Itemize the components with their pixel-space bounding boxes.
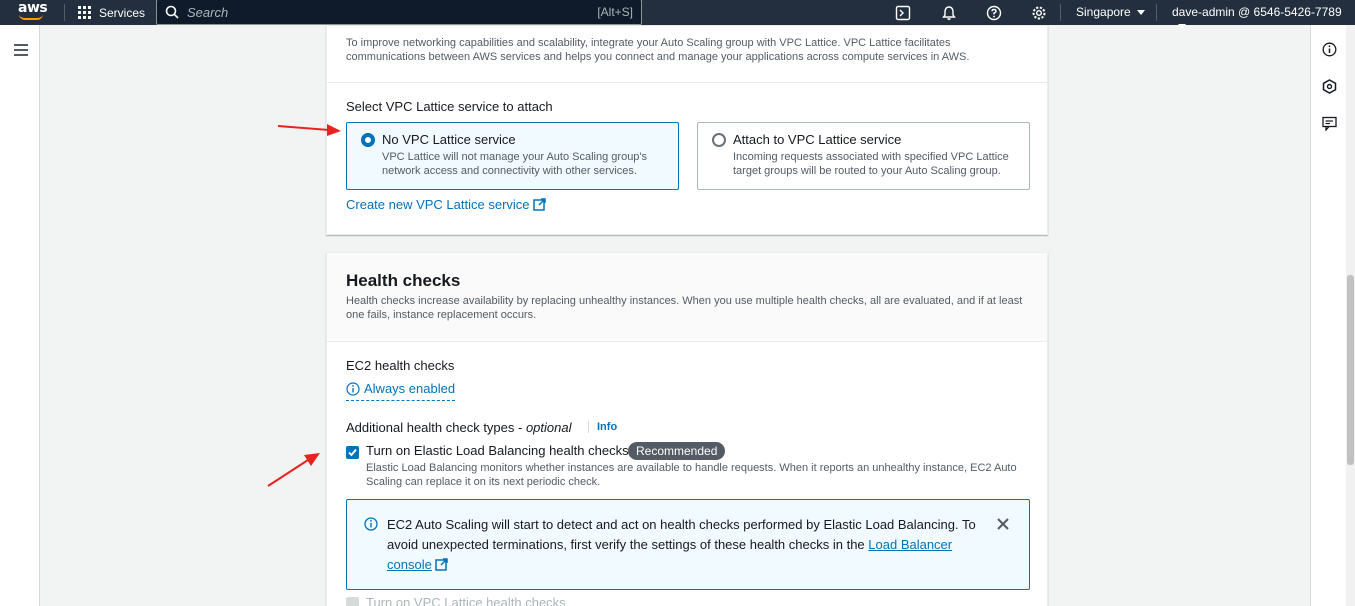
nav-divider: [1156, 4, 1157, 21]
search-shortcut: [Alt+S]: [597, 5, 633, 19]
elb-health-checkbox[interactable]: [346, 446, 359, 459]
elb-health-description: Elastic Load Balancing monitors whether …: [366, 462, 1017, 488]
aws-smile-icon: [19, 14, 43, 20]
close-icon[interactable]: [995, 516, 1011, 532]
create-lattice-link[interactable]: Create new VPC Lattice service: [346, 197, 530, 212]
caret-down-icon: [1136, 10, 1145, 16]
services-menu-button[interactable]: Services: [78, 4, 145, 21]
annotation-arrow: [277, 124, 341, 136]
top-navigation: aws Services [Alt+S] Singapore dave-admi…: [0, 0, 1355, 30]
nav-divider: [64, 4, 65, 21]
caret-down-icon: [1178, 24, 1186, 30]
left-rail: [0, 25, 40, 606]
elb-info-alert: EC2 Auto Scaling will start to detect an…: [346, 499, 1030, 590]
search-icon: [165, 5, 179, 19]
vpc-lattice-container: To improve networking capabilities and s…: [326, 25, 1048, 235]
alert-text: EC2 Auto Scaling will start to detect an…: [387, 515, 977, 575]
option-description: VPC Lattice will not manage your Auto Sc…: [382, 151, 648, 177]
external-link-icon: [532, 198, 546, 211]
lattice-health-checkbox[interactable]: [346, 597, 359, 606]
scrollbar-thumb[interactable]: [1347, 275, 1354, 465]
additional-label-text: Additional health check types -: [346, 420, 523, 435]
info-icon: [346, 381, 360, 396]
option-title: Attach to VPC Lattice service: [733, 132, 902, 147]
elb-health-label[interactable]: Turn on Elastic Load Balancing health ch…: [366, 443, 629, 458]
menu-icon[interactable]: [14, 44, 28, 59]
aws-logo[interactable]: aws: [18, 1, 48, 22]
gear-icon[interactable]: [1030, 4, 1047, 21]
info-link[interactable]: Info: [588, 421, 617, 433]
always-enabled-text: Always enabled: [364, 381, 456, 396]
bell-icon[interactable]: [940, 4, 957, 21]
section-divider: [327, 82, 1047, 83]
external-link-icon: [435, 558, 448, 571]
section-divider: [327, 341, 1047, 342]
info-panel-icon[interactable]: [1321, 41, 1337, 57]
lattice-health-label: Turn on VPC Lattice health checks: [366, 595, 566, 606]
health-checks-container: Health checks Health checks increase ava…: [326, 252, 1048, 606]
select-lattice-label: Select VPC Lattice service to attach: [346, 99, 553, 114]
info-icon: [364, 517, 378, 531]
services-label: Services: [99, 5, 146, 20]
region-selector[interactable]: Singapore: [1076, 5, 1145, 19]
attach-lattice-option[interactable]: Attach to VPC Lattice service Incoming r…: [697, 122, 1030, 190]
region-label: Singapore: [1076, 5, 1131, 19]
scrollbar[interactable]: [1346, 25, 1355, 606]
radio-unselected[interactable]: [712, 133, 726, 147]
create-lattice-link-wrapper: Create new VPC Lattice service: [346, 197, 546, 212]
search-input[interactable]: [187, 4, 598, 20]
optional-text: optional: [525, 420, 572, 435]
radio-selected[interactable]: [361, 133, 375, 147]
nav-divider: [1060, 4, 1061, 21]
health-checks-title: Health checks: [346, 271, 461, 290]
vpc-lattice-description: To improve networking capabilities and s…: [346, 37, 970, 63]
right-rail: [1310, 25, 1346, 606]
grid-icon: [78, 6, 91, 19]
option-description: Incoming requests associated with specif…: [733, 151, 1009, 177]
cloudshell-icon[interactable]: [894, 4, 911, 21]
ec2-health-checks-label: EC2 health checks: [346, 358, 455, 373]
hexagon-icon[interactable]: [1321, 78, 1337, 94]
checkmark-icon: [348, 448, 357, 457]
always-enabled-link[interactable]: Always enabled: [346, 381, 456, 401]
annotation-arrow: [267, 453, 320, 487]
recommended-badge: Recommended: [628, 442, 726, 460]
option-title: No VPC Lattice service: [382, 132, 516, 147]
help-icon[interactable]: [985, 4, 1002, 21]
additional-health-label: Additional health check types - optional: [346, 420, 572, 435]
no-lattice-option[interactable]: No VPC Lattice service VPC Lattice will …: [346, 122, 679, 190]
account-label: dave-admin @ 6546-5426-7789: [1172, 5, 1342, 19]
search-bar[interactable]: [Alt+S]: [156, 0, 642, 25]
feedback-icon[interactable]: [1321, 115, 1337, 131]
health-checks-description: Health checks increase availability by r…: [346, 295, 1023, 321]
